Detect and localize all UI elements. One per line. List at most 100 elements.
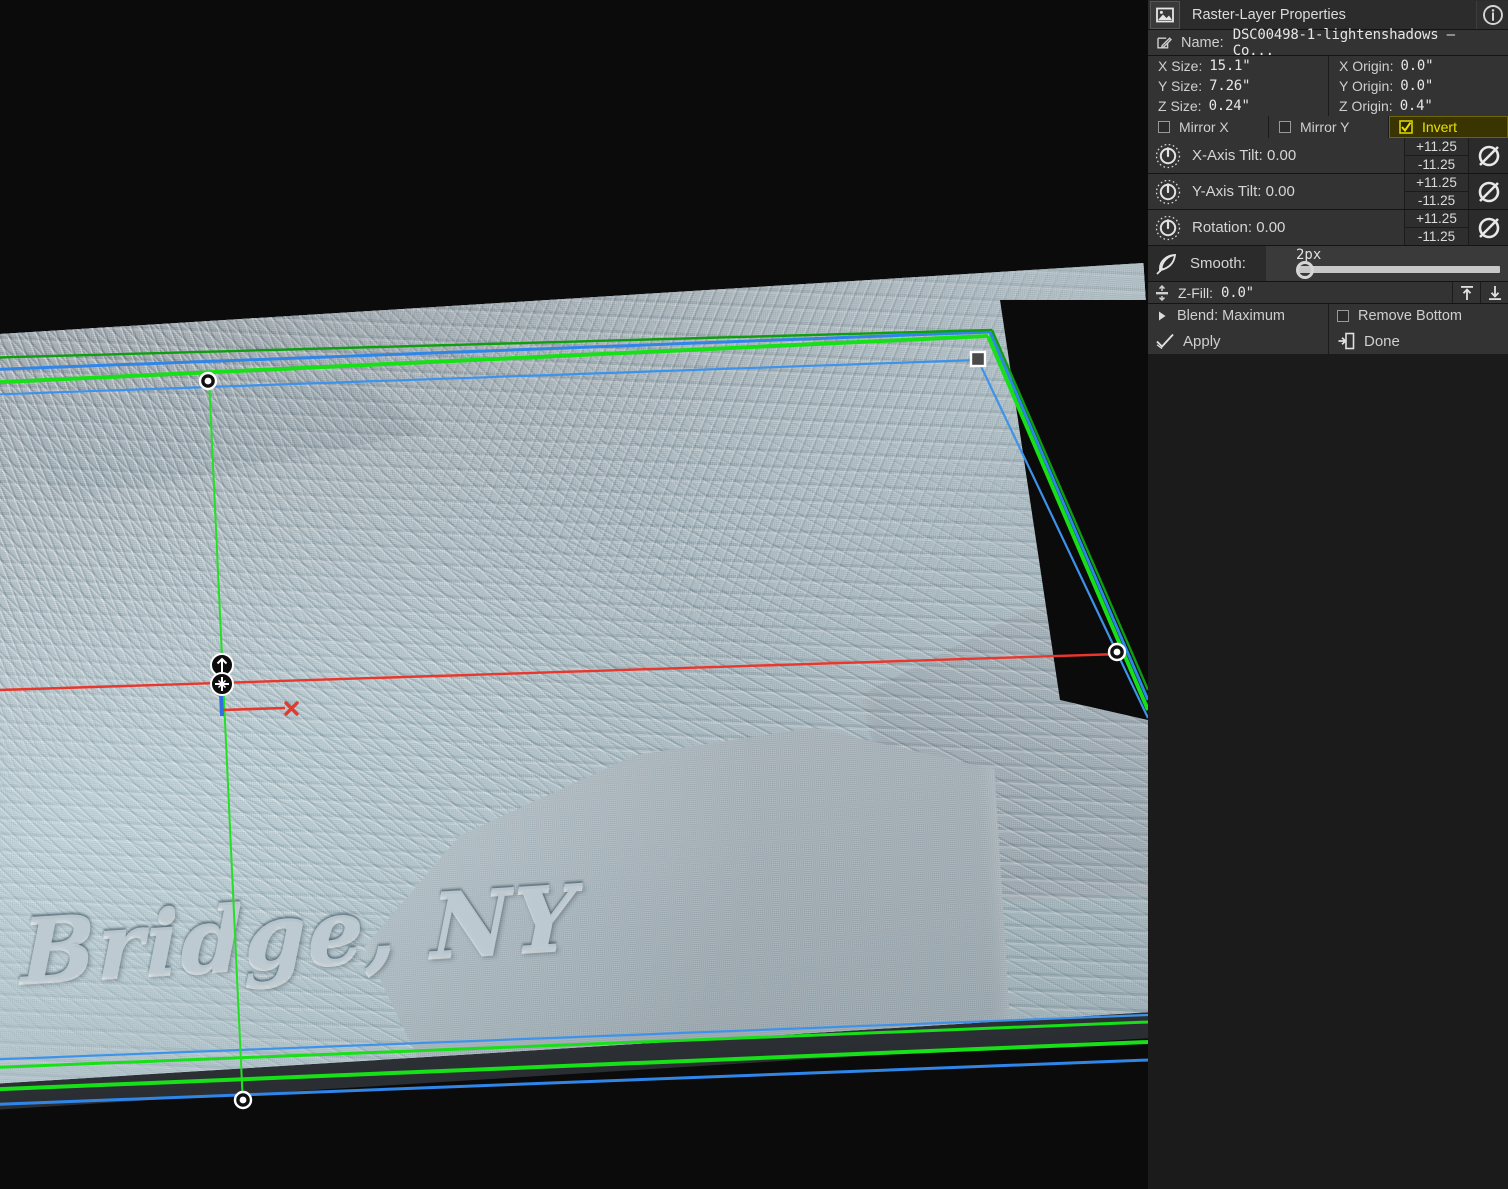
mirror-x-checkbox[interactable]: Mirror X [1148,116,1268,138]
y-origin-value: 0.0" [1400,78,1434,94]
checkbox-icon [1158,121,1170,133]
y-origin-field[interactable]: Y Origin: 0.0" [1328,76,1508,96]
rotation-reset-button[interactable] [1468,210,1508,245]
x-origin-label: X Origin: [1339,58,1394,74]
size-row-y: Y Size: 7.26" Y Origin: 0.0" [1148,76,1508,96]
z-origin-value: 0.4" [1399,98,1433,114]
rotation-control[interactable]: Rotation: 0.00 [1148,210,1404,245]
smooth-row: Smooth: 2px [1148,246,1508,282]
x-origin-value: 0.0" [1400,58,1434,74]
x-axis-line [0,652,1121,692]
z-size-field[interactable]: Z Size: 0.24" [1148,96,1328,116]
dial-icon [1154,142,1182,170]
name-value: DSC00498-1-lightenshadows – Co... [1232,26,1455,59]
y-axis-tilt-row: Y-Axis Tilt: 0.00 +11.25 -11.25 [1148,174,1508,210]
slider-track[interactable] [1298,266,1500,273]
edit-pencil-icon [1156,35,1172,51]
mirror-y-checkbox[interactable]: Mirror Y [1267,116,1388,138]
smooth-slider[interactable]: 2px [1266,246,1508,281]
y-axis-tilt-label: Y-Axis Tilt: 0.00 [1192,183,1295,200]
invert-label: Invert [1421,119,1457,135]
x-axis-tilt-row: X-Axis Tilt: 0.00 +11.25 -11.25 [1148,138,1508,174]
zfill-row: Z-Fill: 0.0" [1148,282,1508,304]
zfill-value: 0.0" [1221,284,1254,301]
blend-mode-selector[interactable]: Blend: Maximum [1148,304,1328,328]
corner-handle-top-right[interactable] [969,350,987,368]
x-axis-short-arrow [221,706,286,712]
y-axis-tilt-plus[interactable]: +11.25 [1405,174,1468,192]
application-window: lyn Bridge, NY [0,0,1508,1189]
feather-icon [1154,251,1180,277]
x-size-value: 15.1" [1209,58,1251,74]
size-row-x: X Size: 15.1" X Origin: 0.0" [1148,56,1508,76]
remove-bottom-checkbox[interactable]: Remove Bottom [1328,304,1508,328]
rotation-plus[interactable]: +11.25 [1405,210,1468,228]
y-axis-tilt-reset-button[interactable] [1468,174,1508,209]
x-size-label: X Size: [1158,58,1203,74]
dial-icon [1154,178,1182,206]
rotation-label: Rotation: 0.00 [1192,219,1286,236]
rotation-steppers: +11.25 -11.25 [1404,210,1468,245]
done-label: Done [1364,332,1400,350]
x-axis-tilt-plus[interactable]: +11.25 [1405,138,1468,156]
info-icon[interactable] [1476,0,1508,29]
y-origin-label: Y Origin: [1339,78,1394,94]
arrow-up-to-line-icon[interactable] [1452,282,1480,303]
actions-row: Apply Done [1148,328,1508,354]
y-size-label: Y Size: [1158,78,1203,94]
selection-box-bottom-inner [0,1020,1148,1069]
gizmo-move-handle[interactable] [210,672,234,696]
z-origin-field[interactable]: Z Origin: 0.4" [1328,96,1508,116]
z-size-value: 0.24" [1208,98,1250,114]
exit-door-icon [1337,332,1355,350]
raster-layer-properties-panel: Raster-Layer Properties Name: DSC00498-1… [1148,0,1508,1189]
edge-handle-right[interactable] [1107,642,1127,662]
mirror-invert-row: Mirror X Mirror Y Invert [1148,116,1508,138]
zfill-field[interactable]: Z-Fill: 0.0" [1148,282,1452,303]
mirror-y-label: Mirror Y [1299,119,1350,135]
x-axis-tilt-control[interactable]: X-Axis Tilt: 0.00 [1148,138,1404,173]
x-axis-tilt-minus[interactable]: -11.25 [1405,156,1468,173]
viewport-overlay [0,300,1148,1110]
rotation-minus[interactable]: -11.25 [1405,228,1468,245]
y-axis-tilt-control[interactable]: Y-Axis Tilt: 0.00 [1148,174,1404,209]
image-layer-icon [1150,0,1180,29]
invert-checkbox[interactable]: Invert [1387,116,1508,138]
apply-button[interactable]: Apply [1148,328,1328,354]
name-row[interactable]: Name: DSC00498-1-lightenshadows – Co... [1148,27,1508,59]
blend-row: Blend: Maximum Remove Bottom [1148,304,1508,328]
z-size-label: Z Size: [1158,98,1202,114]
y-axis-tilt-steppers: +11.25 -11.25 [1404,174,1468,209]
y-size-field[interactable]: Y Size: 7.26" [1148,76,1328,96]
name-label: Name: [1181,34,1224,51]
rotation-row: Rotation: 0.00 +11.25 -11.25 [1148,210,1508,246]
plate-box-bottom-inner [0,1013,1148,1061]
name-field[interactable]: Name: DSC00498-1-lightenshadows – Co... [1148,27,1508,59]
slider-knob[interactable] [1296,261,1314,279]
checkbox-icon [1337,310,1349,322]
3d-viewport[interactable]: lyn Bridge, NY [0,0,1148,1189]
edge-handle-top-left[interactable] [198,371,218,391]
edge-handle-bottom[interactable] [233,1090,253,1110]
done-button[interactable]: Done [1328,328,1508,354]
smooth-label: Smooth: [1190,255,1246,272]
size-row-z: Z Size: 0.24" Z Origin: 0.4" [1148,96,1508,116]
origin-x-marker [284,701,299,716]
zfill-label: Z-Fill: [1178,284,1213,301]
x-origin-field[interactable]: X Origin: 0.0" [1328,56,1508,76]
x-size-field[interactable]: X Size: 15.1" [1148,56,1328,76]
mirror-x-label: Mirror X [1179,119,1229,135]
y-axis-line [208,379,244,1106]
x-axis-tilt-reset-button[interactable] [1468,138,1508,173]
arrow-down-to-line-icon[interactable] [1480,282,1508,303]
panel-title: Raster-Layer Properties [1192,6,1346,23]
plate-box-top-inner [0,358,979,396]
apply-label: Apply [1183,332,1221,350]
y-axis-tilt-minus[interactable]: -11.25 [1405,192,1468,209]
z-origin-label: Z Origin: [1339,98,1393,114]
panel-header: Raster-Layer Properties [1148,0,1508,30]
blend-label: Blend: Maximum [1177,308,1285,324]
x-axis-tilt-label: X-Axis Tilt: 0.00 [1192,147,1297,164]
z-axis-stub [219,693,224,717]
remove-bottom-label: Remove Bottom [1358,308,1462,324]
